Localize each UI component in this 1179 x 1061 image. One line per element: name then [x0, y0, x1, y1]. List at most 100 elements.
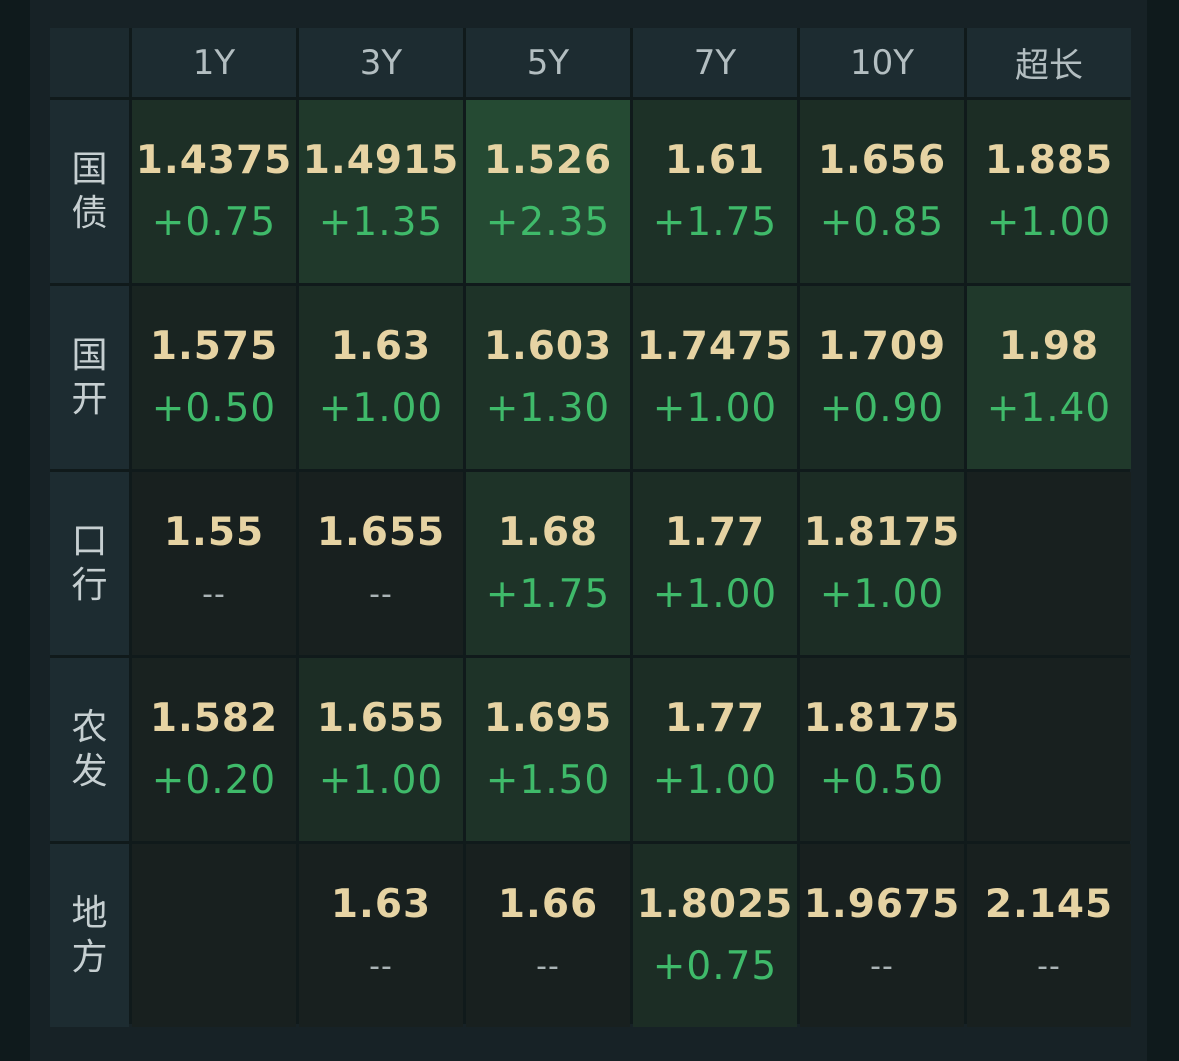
yield-value: 1.9675	[803, 881, 961, 927]
yield-value: 1.655	[316, 509, 446, 555]
row-header-treasury[interactable]: 国债	[50, 100, 129, 283]
column-header-ultra-long[interactable]: 超长	[967, 28, 1131, 97]
change-value: +1.40	[986, 385, 1112, 431]
change-value: +1.75	[652, 199, 778, 245]
quote-cell-exim-3y[interactable]: 1.655 --	[299, 472, 463, 655]
grid-corner	[50, 28, 129, 97]
change-value: +0.85	[819, 199, 945, 245]
quote-cell-treasury-3y[interactable]: 1.4915 +1.35	[299, 100, 463, 283]
quote-cell-treasury-10y[interactable]: 1.656 +0.85	[800, 100, 964, 283]
quote-cell-adbc-3y[interactable]: 1.655 +1.00	[299, 658, 463, 841]
change-value: +0.20	[151, 757, 277, 803]
column-header-7y[interactable]: 7Y	[633, 28, 797, 97]
change-value: +1.30	[485, 385, 611, 431]
change-value: +1.00	[652, 571, 778, 617]
change-value: +1.00	[652, 385, 778, 431]
column-header-5y[interactable]: 5Y	[466, 28, 630, 97]
column-header-3y[interactable]: 3Y	[299, 28, 463, 97]
yield-value: 1.603	[483, 323, 613, 369]
yield-value: 1.68	[497, 509, 599, 555]
yield-value: 1.8175	[803, 695, 961, 741]
quote-cell-cdb-10y[interactable]: 1.709 +0.90	[800, 286, 964, 469]
quote-cell-local-gov-3y[interactable]: 1.63 --	[299, 844, 463, 1027]
row-header-label: 国开	[71, 334, 108, 420]
quote-cell-exim-1y[interactable]: 1.55 --	[132, 472, 296, 655]
change-value: +1.00	[986, 199, 1112, 245]
yield-value: 2.145	[984, 881, 1114, 927]
change-value: +1.00	[318, 757, 444, 803]
row-header-adbc[interactable]: 农发	[50, 658, 129, 841]
row-header-label: 地方	[71, 892, 108, 978]
quote-cell-treasury-1y[interactable]: 1.4375 +0.75	[132, 100, 296, 283]
quote-cell-adbc-10y[interactable]: 1.8175 +0.50	[800, 658, 964, 841]
yield-value: 1.655	[316, 695, 446, 741]
row-header-local-gov[interactable]: 地方	[50, 844, 129, 1027]
quote-cell-exim-ultra-long[interactable]	[967, 472, 1131, 655]
quote-cell-adbc-5y[interactable]: 1.695 +1.50	[466, 658, 630, 841]
yield-value: 1.66	[497, 881, 599, 927]
change-value: --	[536, 948, 560, 984]
change-value: +0.50	[151, 385, 277, 431]
quote-cell-exim-7y[interactable]: 1.77 +1.00	[633, 472, 797, 655]
column-header-10y[interactable]: 10Y	[800, 28, 964, 97]
yield-value: 1.656	[817, 137, 947, 183]
change-value: +1.00	[318, 385, 444, 431]
yield-value: 1.77	[664, 509, 766, 555]
quote-cell-local-gov-7y[interactable]: 1.8025 +0.75	[633, 844, 797, 1027]
change-value: +1.35	[318, 199, 444, 245]
quote-cell-adbc-7y[interactable]: 1.77 +1.00	[633, 658, 797, 841]
change-value: +0.50	[819, 757, 945, 803]
yield-value: 1.8025	[636, 881, 794, 927]
quote-cell-cdb-5y[interactable]: 1.603 +1.30	[466, 286, 630, 469]
change-value: +1.50	[485, 757, 611, 803]
yield-value: 1.8175	[803, 509, 961, 555]
change-value: +0.75	[652, 943, 778, 989]
change-value: +1.00	[819, 571, 945, 617]
yield-value: 1.709	[817, 323, 947, 369]
change-value: +0.90	[819, 385, 945, 431]
quote-cell-local-gov-1y[interactable]	[132, 844, 296, 1027]
quote-cell-treasury-7y[interactable]: 1.61 +1.75	[633, 100, 797, 283]
quote-cell-exim-10y[interactable]: 1.8175 +1.00	[800, 472, 964, 655]
yield-value: 1.695	[483, 695, 613, 741]
quote-cell-adbc-1y[interactable]: 1.582 +0.20	[132, 658, 296, 841]
row-header-cdb[interactable]: 国开	[50, 286, 129, 469]
yield-value: 1.4375	[135, 137, 293, 183]
quote-cell-adbc-ultra-long[interactable]	[967, 658, 1131, 841]
yield-value: 1.7475	[636, 323, 794, 369]
quote-cell-local-gov-ultra-long[interactable]: 2.145 --	[967, 844, 1131, 1027]
quote-cell-local-gov-10y[interactable]: 1.9675 --	[800, 844, 964, 1027]
change-value: --	[870, 948, 894, 984]
quote-cell-treasury-ultra-long[interactable]: 1.885 +1.00	[967, 100, 1131, 283]
quote-cell-cdb-ultra-long[interactable]: 1.98 +1.40	[967, 286, 1131, 469]
row-header-label: 农发	[71, 706, 108, 792]
change-value: +1.00	[652, 757, 778, 803]
change-value: --	[369, 576, 393, 612]
yield-value: 1.77	[664, 695, 766, 741]
yield-value: 1.582	[149, 695, 279, 741]
row-header-exim[interactable]: 口行	[50, 472, 129, 655]
quote-cell-local-gov-5y[interactable]: 1.66 --	[466, 844, 630, 1027]
change-value: +1.75	[485, 571, 611, 617]
change-value: --	[202, 576, 226, 612]
row-header-label: 口行	[71, 520, 108, 606]
row-header-label: 国债	[71, 148, 108, 234]
yield-value: 1.63	[330, 323, 432, 369]
column-header-1y[interactable]: 1Y	[132, 28, 296, 97]
change-value: +2.35	[485, 199, 611, 245]
quote-cell-cdb-3y[interactable]: 1.63 +1.00	[299, 286, 463, 469]
bond-yield-grid: 1Y 3Y 5Y 7Y 10Y 超长 国债 1.4375 +0.75 1.4915 +1…	[50, 28, 1131, 1027]
yield-value: 1.575	[149, 323, 279, 369]
yield-value: 1.98	[998, 323, 1100, 369]
change-value: --	[369, 948, 393, 984]
quote-cell-cdb-7y[interactable]: 1.7475 +1.00	[633, 286, 797, 469]
yield-value: 1.885	[984, 137, 1114, 183]
change-value: +0.75	[151, 199, 277, 245]
yield-value: 1.63	[330, 881, 432, 927]
quote-cell-treasury-5y[interactable]: 1.526 +2.35	[466, 100, 630, 283]
yield-value: 1.61	[664, 137, 766, 183]
quote-cell-cdb-1y[interactable]: 1.575 +0.50	[132, 286, 296, 469]
change-value: --	[1037, 948, 1061, 984]
quote-cell-exim-5y[interactable]: 1.68 +1.75	[466, 472, 630, 655]
yield-value: 1.4915	[302, 137, 460, 183]
